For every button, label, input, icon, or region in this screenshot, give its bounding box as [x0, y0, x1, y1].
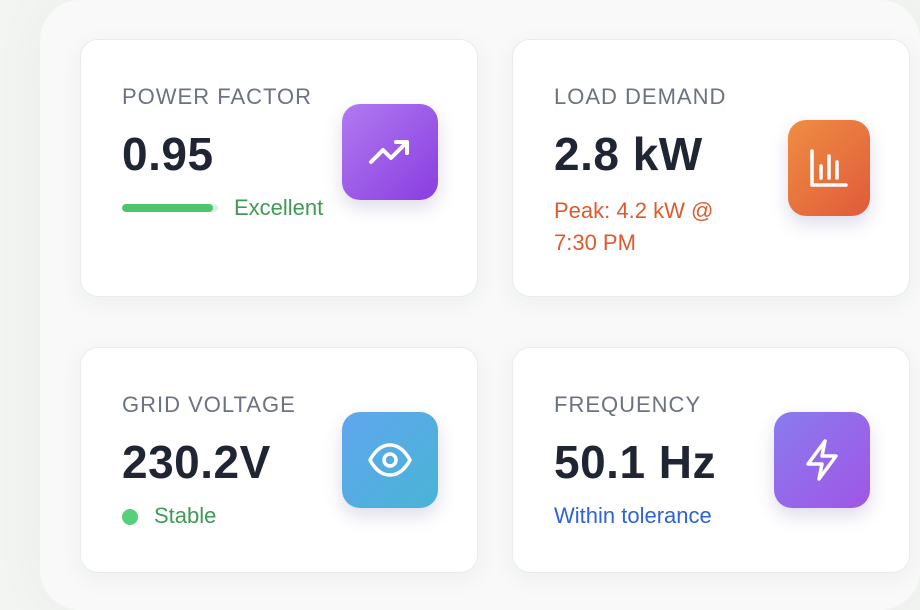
power-factor-label: POWER FACTOR [122, 84, 313, 109]
eye-icon-tile [342, 412, 438, 508]
grid-voltage-card[interactable]: GRID VOLTAGE 230.2V Stable [80, 347, 478, 573]
lightning-icon [806, 439, 838, 481]
power-factor-status: Excellent [234, 195, 324, 220]
power-factor-progress-bar [122, 204, 218, 212]
grid-voltage-label: GRID VOLTAGE [122, 392, 296, 417]
bar-chart-icon [810, 149, 848, 187]
load-demand-value: 2.8 kW [554, 128, 703, 180]
frequency-status: Within tolerance [554, 503, 712, 528]
lightning-icon-tile [774, 412, 870, 508]
grid-voltage-status: Stable [154, 503, 217, 528]
trend-up-icon-tile [342, 104, 438, 200]
bar-chart-icon-tile [788, 120, 870, 216]
power-factor-progress-fill [122, 204, 214, 212]
power-factor-card[interactable]: POWER FACTOR 0.95 Excellent [80, 39, 478, 297]
trend-up-icon [369, 140, 409, 164]
frequency-value: 50.1 Hz [554, 436, 717, 488]
power-factor-value: 0.95 [122, 128, 214, 180]
frequency-card[interactable]: FREQUENCY 50.1 Hz Within tolerance [512, 347, 910, 573]
eye-icon [368, 443, 412, 477]
status-dot [122, 509, 138, 525]
load-demand-peak: Peak: 4.2 kW @ 7:30 PM [554, 198, 714, 255]
grid-voltage-value: 230.2V [122, 436, 271, 488]
frequency-label: FREQUENCY [554, 392, 702, 417]
load-demand-label: LOAD DEMAND [554, 84, 727, 109]
load-demand-card[interactable]: LOAD DEMAND 2.8 kW Peak: 4.2 kW @ 7:30 P… [512, 39, 910, 297]
